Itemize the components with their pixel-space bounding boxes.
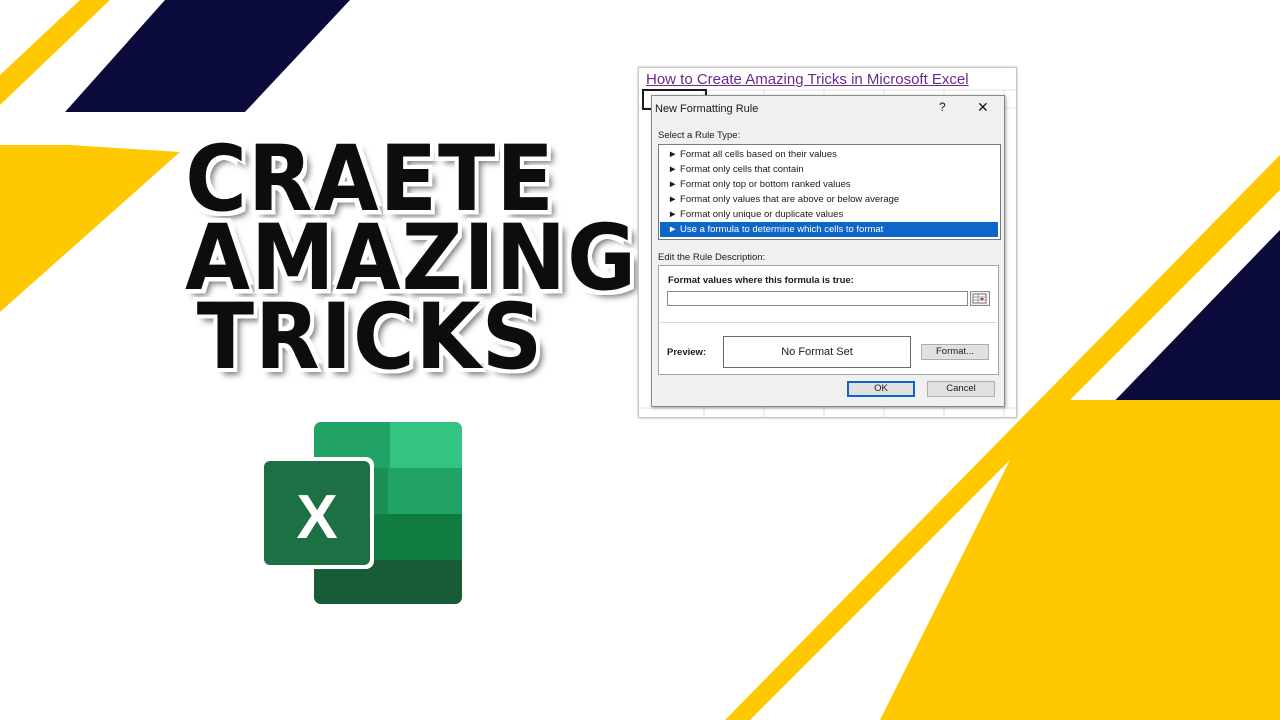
navy-stripe [65,0,350,112]
close-button[interactable]: ✕ [977,99,989,116]
yellow-stripe [0,145,180,312]
rule-type-item-selected[interactable]: ► Use a formula to determine which cells… [660,222,998,237]
rule-type-item[interactable]: ► Format only unique or duplicate values [660,207,998,222]
cancel-button[interactable]: Cancel [927,381,995,397]
rule-description-panel: Format values where this formula is true… [658,265,999,375]
rule-type-item[interactable]: ► Format only values that are above or b… [660,192,998,207]
rule-type-item[interactable]: ► Format only cells that contain [660,162,998,177]
headline-line-3: TRICKS [196,283,544,390]
collapse-dialog-button[interactable] [970,291,990,306]
excel-screenshot: How to Create Amazing Tricks in Microsof… [638,67,1017,418]
panel-divider [660,322,997,323]
sheet-title-link[interactable]: How to Create Amazing Tricks in Microsof… [646,71,969,88]
rule-type-label: Select a Rule Type: [658,130,741,141]
yellow-stripe [880,400,1280,720]
excel-logo-letter: X [296,483,337,552]
ok-button[interactable]: OK [847,381,915,397]
preview-box: No Format Set [723,336,911,368]
format-button[interactable]: Format... [921,344,989,360]
excel-logo-icon: X [260,419,464,607]
formula-label: Format values where this formula is true… [668,275,854,286]
rule-type-item[interactable]: ► Format only top or bottom ranked value… [660,177,998,192]
dialog-title: New Formatting Rule [655,103,759,115]
formula-input[interactable] [667,291,968,306]
headline: CRAETE AMAZING TRICKS [185,134,636,390]
range-select-icon [972,293,987,304]
new-formatting-rule-dialog: New Formatting Rule ? ✕ Select a Rule Ty… [651,95,1005,407]
rule-type-list[interactable]: ► Format all cells based on their values… [658,144,1001,240]
preview-label: Preview: [667,347,707,358]
rule-type-item[interactable]: ► Format all cells based on their values [660,147,998,162]
help-button[interactable]: ? [939,100,946,114]
rule-description-label: Edit the Rule Description: [658,252,766,263]
